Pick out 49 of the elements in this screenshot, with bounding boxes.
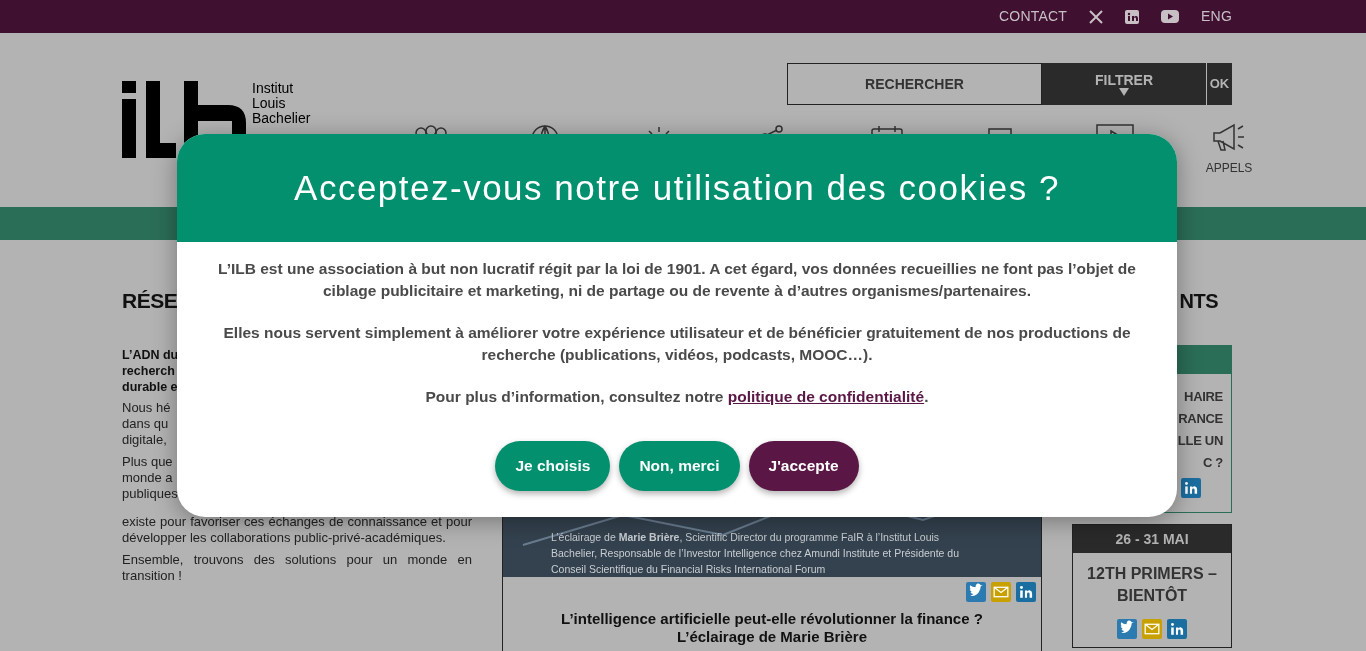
card-title: RANCE xyxy=(1178,410,1223,428)
event-card[interactable]: 26 - 31 MAI 12TH PRIMERS – BIENTÔT xyxy=(1072,524,1232,648)
top-link[interactable]: ENG xyxy=(1201,6,1232,27)
paragraph-text: monde a xyxy=(122,470,174,486)
paragraph-text: publiques xyxy=(122,486,179,502)
card-title: HAIRE xyxy=(1184,388,1223,406)
paragraph-text: Nous hé xyxy=(122,400,172,416)
section-heading: RÉSE xyxy=(122,288,178,314)
twitter-icon[interactable] xyxy=(966,582,986,602)
dialog-button[interactable]: Non, merci xyxy=(619,441,740,491)
ok-button[interactable]: OK xyxy=(1207,63,1232,105)
card-title: BIENTÔT xyxy=(1116,585,1188,606)
picture-caption: L’éclairage de Marie Brière, Scientific Director du programme FaIR à l’Institut Louis Bachelier, Responsable de l’Investor Intelligence chez Amundi Institute et Présidente du Conseil Scientifique du Financial Risks International Forum xyxy=(551,530,960,577)
logo-text: Louis xyxy=(252,96,287,111)
search-field[interactable]: RECHERCHER xyxy=(787,63,1042,105)
linkedin-icon[interactable] xyxy=(1016,582,1036,602)
top-link[interactable]: CONTACT xyxy=(999,6,1068,27)
paragraph-text: existe pour favoriser ces échanges de connaissance et pour développer les collaborations public-privé-académiques. xyxy=(122,514,472,546)
youtube-icon[interactable] xyxy=(1161,10,1180,23)
paragraph-text: dans qu xyxy=(122,416,170,432)
intro-text: L’ADN du xyxy=(122,347,180,363)
nav-label[interactable]: APPELS xyxy=(1205,159,1253,177)
intro-text: durable e xyxy=(122,379,179,395)
dialog-text: Elles nous servent simplement à améliorer votre expérience utilisateur et de bénéficier gratuitement de nos productions de recherche (publications, vidéos, podcasts, MOOC…). xyxy=(222,323,1132,365)
dialog-text: L’ILB est une association à but non lucratif régit par la loi de 1901. A cet égard, vos données recueillies ne font pas l’objet de ciblage publicitaire et marketing, ni de partage ou de revente à d’autres organismes/partenaires. xyxy=(217,259,1137,301)
dialog-title: Acceptez-vous notre utilisation des cookies ? xyxy=(294,166,1060,209)
card-title: C ? xyxy=(1202,454,1223,472)
dialog-button[interactable]: J'accepte xyxy=(748,441,859,491)
intro-text: recherch xyxy=(122,363,176,379)
logo-text: Institut xyxy=(252,81,295,96)
card-title: LLE UN xyxy=(1177,432,1223,450)
filter-button[interactable]: FILTRER xyxy=(1042,63,1206,105)
paragraph-text: Plus que xyxy=(122,454,174,470)
dialog-button[interactable]: Je choisis xyxy=(495,441,611,491)
linkedin-icon[interactable] xyxy=(1125,9,1140,24)
dialog-text: Pour plus d’information, consultez notre politique de confidentialité. xyxy=(425,387,929,407)
paragraph-text: digitale, xyxy=(122,432,168,448)
linkedin-icon[interactable] xyxy=(1167,619,1187,639)
article-title[interactable]: L’intelligence artificielle peut-elle révolutionner la finance ? L’éclairage de Marie Brière xyxy=(503,602,1041,651)
paragraph-text: Ensemble, trouvons des solutions pour un monde en transition ! xyxy=(122,552,472,584)
section-heading: NTS xyxy=(1179,289,1218,314)
x-logo-icon[interactable] xyxy=(1089,9,1104,24)
caret-icon xyxy=(1119,88,1129,96)
logo-text: Bachelier xyxy=(252,111,311,126)
privacy-link[interactable]: politique de confidentialité xyxy=(727,388,925,405)
twitter-icon[interactable] xyxy=(1117,619,1137,639)
card-title: 12TH PRIMERS – xyxy=(1087,564,1217,584)
linkedin-icon[interactable] xyxy=(1181,478,1201,498)
card-date: 26 - 31 MAI xyxy=(1073,525,1231,553)
